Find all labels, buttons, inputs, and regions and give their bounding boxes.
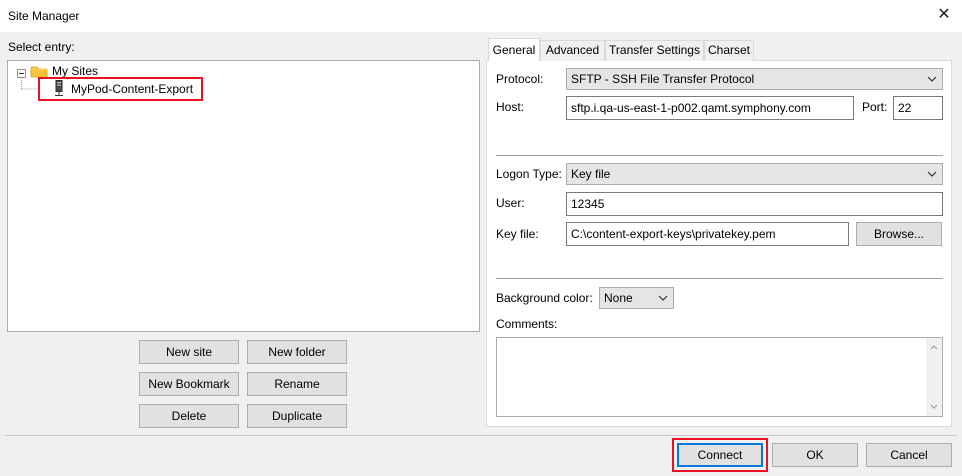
separator bbox=[496, 155, 943, 156]
tab-general[interactable]: General bbox=[488, 38, 540, 61]
chevron-down-icon bbox=[658, 295, 668, 301]
user-label: User: bbox=[496, 196, 525, 210]
host-label: Host: bbox=[496, 100, 525, 114]
title-bar bbox=[0, 0, 962, 32]
scroll-down-icon[interactable] bbox=[928, 401, 940, 413]
new-site-button[interactable]: New site bbox=[139, 340, 239, 364]
logon-type-label: Logon Type: bbox=[496, 167, 562, 181]
server-icon bbox=[55, 80, 63, 96]
logon-type-value: Key file bbox=[571, 167, 611, 181]
protocol-label: Protocol: bbox=[496, 72, 544, 86]
tree-item-site[interactable]: MyPod-Content-Export bbox=[71, 82, 193, 96]
background-color-label: Background color: bbox=[496, 291, 593, 305]
background-color-value: None bbox=[604, 291, 633, 305]
chevron-down-icon bbox=[927, 76, 937, 82]
select-entry-label: Select entry: bbox=[8, 40, 75, 54]
collapse-icon[interactable] bbox=[17, 69, 26, 78]
logon-type-select[interactable]: Key file bbox=[566, 163, 943, 185]
tab-charset[interactable]: Charset bbox=[704, 40, 754, 61]
tab-advanced[interactable]: Advanced bbox=[540, 40, 605, 61]
protocol-select[interactable]: SFTP - SSH File Transfer Protocol bbox=[566, 68, 943, 90]
port-input[interactable]: 22 bbox=[893, 96, 943, 120]
site-tree[interactable]: My Sites MyPod-Content-Export bbox=[7, 60, 480, 332]
comments-textarea[interactable] bbox=[496, 337, 943, 417]
comments-scrollbar[interactable] bbox=[926, 338, 942, 416]
window-title: Site Manager bbox=[8, 9, 80, 23]
browse-button[interactable]: Browse... bbox=[856, 222, 942, 246]
rename-button[interactable]: Rename bbox=[247, 372, 347, 396]
key-file-input[interactable]: C:\content-export-keys\privatekey.pem bbox=[566, 222, 849, 246]
port-label: Port: bbox=[862, 100, 888, 114]
delete-button[interactable]: Delete bbox=[139, 404, 239, 428]
chevron-down-icon bbox=[927, 171, 937, 177]
cancel-button[interactable]: Cancel bbox=[866, 443, 952, 467]
connect-button[interactable]: Connect bbox=[677, 443, 763, 467]
user-input[interactable]: 12345 bbox=[566, 192, 943, 216]
tab-transfer-settings[interactable]: Transfer Settings bbox=[605, 40, 704, 61]
comments-label: Comments: bbox=[496, 317, 558, 331]
folder-icon bbox=[30, 66, 48, 78]
protocol-value: SFTP - SSH File Transfer Protocol bbox=[571, 72, 755, 86]
scroll-up-icon[interactable] bbox=[928, 341, 940, 353]
separator bbox=[496, 278, 943, 279]
footer-separator bbox=[5, 435, 957, 436]
host-input[interactable]: sftp.i.qa-us-east-1-p002.qamt.symphony.c… bbox=[566, 96, 854, 120]
close-icon[interactable]: ✕ bbox=[934, 5, 954, 25]
new-bookmark-button[interactable]: New Bookmark bbox=[139, 372, 239, 396]
new-folder-button[interactable]: New folder bbox=[247, 340, 347, 364]
background-color-select[interactable]: None bbox=[599, 287, 674, 309]
ok-button[interactable]: OK bbox=[772, 443, 858, 467]
duplicate-button[interactable]: Duplicate bbox=[247, 404, 347, 428]
key-file-label: Key file: bbox=[496, 227, 539, 241]
tree-item-my-sites[interactable]: My Sites bbox=[52, 64, 98, 78]
